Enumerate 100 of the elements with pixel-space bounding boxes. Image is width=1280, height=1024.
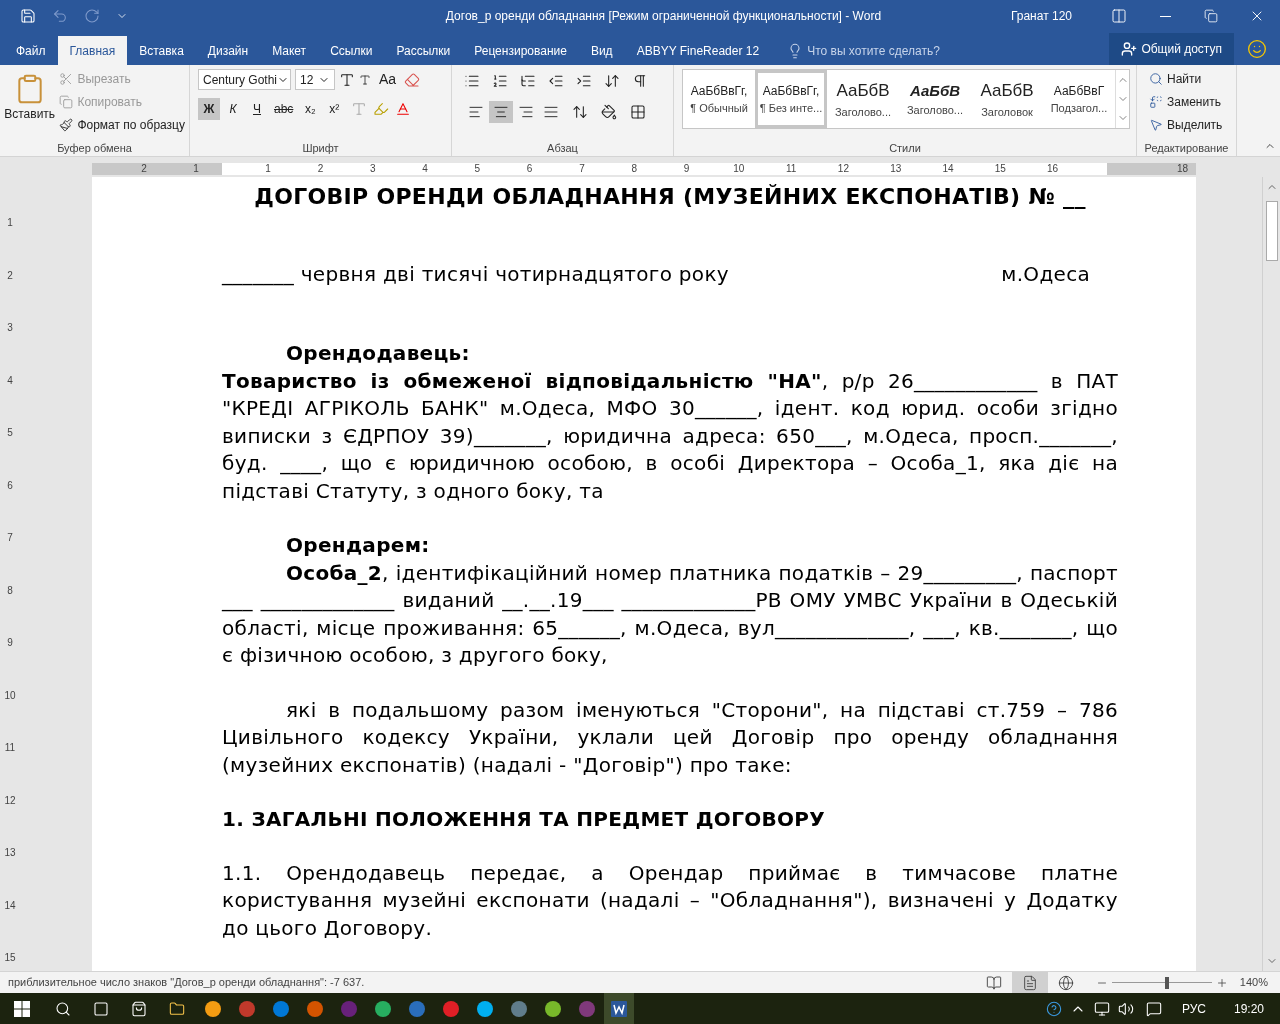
format-button[interactable]: Ж [198,98,220,120]
editing-command[interactable]: Заменить [1149,92,1223,112]
tell-me-field[interactable]: Что вы хотите сделать? [807,41,1008,60]
ruler-number: 2 [316,162,325,175]
ruler-number: 4 [421,162,429,175]
zoom-in-icon[interactable] [1215,976,1228,989]
style-option[interactable]: АаБбВ Заголово... [899,70,971,128]
vertical-scrollbar[interactable] [1262,177,1280,971]
format-button[interactable]: К [222,98,244,120]
share-button[interactable]: Общий доступ [1109,33,1234,65]
app-icon[interactable] [375,1000,391,1017]
ribbon-tab[interactable]: Макет [260,36,319,65]
ribbon-tab[interactable]: Файл [4,36,58,65]
ruler-number: 14 [941,162,955,175]
ribbon-tab[interactable]: Ссылки [318,36,385,65]
style-option[interactable]: АаБбВ Заголово... [827,70,899,128]
ribbon-tab[interactable]: Рецензирование [462,36,579,65]
ruler-number: 12 [836,162,850,175]
window-title: Догов_р оренди обладнання [Режим ограниченной функциональности] - Word [444,8,883,25]
app-icon[interactable] [545,1000,561,1017]
app-icon[interactable] [307,1000,323,1017]
multilevel-list-icon[interactable] [520,73,536,89]
group-label: Абзац [546,141,579,156]
word-count-status: приблизительное число знаков "Догов_р оренди обладнання": -7 637. [7,975,365,991]
ruler-number: 9 [7,636,13,650]
app-icon[interactable] [443,1000,459,1017]
style-option[interactable]: АаБбВвГг, ¶ Без инте... [755,70,827,128]
shading-icon[interactable] [601,104,617,120]
ribbon-tab[interactable]: Дизайн [195,36,261,65]
party-heading: Орендодавець: [285,340,471,367]
help-icon[interactable] [1045,1000,1062,1017]
scrollbar-thumb[interactable] [1265,201,1278,261]
style-option[interactable]: АаБбВвГ Подзагол... [1043,70,1115,128]
app-icon[interactable] [511,1000,527,1017]
format-button[interactable]: x² [323,98,346,120]
word-app-icon[interactable] [611,1000,627,1017]
app-icon[interactable] [477,1000,493,1017]
input-language[interactable]: РУС [1181,999,1206,1018]
network-icon[interactable] [1093,1000,1110,1017]
font-color-icon[interactable] [395,101,412,117]
ribbon-tab[interactable]: Рассылки [384,36,463,65]
align-button[interactable] [489,101,513,123]
increase-indent-icon[interactable] [576,73,592,89]
format-button[interactable]: Ч [246,98,268,120]
search-icon[interactable] [55,1000,71,1017]
smiley-icon[interactable] [1247,39,1267,59]
numbering-icon[interactable] [492,73,508,89]
scissors-icon [59,72,74,86]
format-button[interactable]: abc [270,98,298,120]
ruler-number: 13 [4,846,16,860]
ruler-number: 1 [192,162,200,175]
group-label: Стили [888,141,922,156]
clock-time[interactable]: 19:20 [1233,999,1264,1018]
grow-font-icon[interactable] [339,71,355,88]
font-name-field[interactable]: Century Gothi [198,69,291,90]
zoom-slider-thumb[interactable] [1164,976,1169,989]
body-paragraph: Особа_2, ідентифікаційний номер платника податків – 29_________, паспорт ___ _____________ виданий __.__.19___ _____________РВ ОМУ УМВС України в Одеській області, місце проживання: 65______, м.Одеса, вул_____________, ___, кв._______, що є фізичною особою, з другого боку, [222,559,1118,669]
ribbon-tab[interactable]: Вид [578,36,625,65]
ribbon-tab[interactable]: ABBYY FineReader 12 [624,36,772,65]
font-size-field[interactable]: 12 [295,69,335,90]
ruler-number: 8 [630,162,638,175]
folder-icon[interactable] [169,1000,185,1017]
app-icon[interactable] [205,1000,221,1017]
borders-icon[interactable] [630,104,646,120]
ribbon-tab[interactable]: Вставка [127,36,196,65]
paste-button[interactable]: Вставить [4,69,56,140]
decrease-indent-icon[interactable] [548,73,564,89]
ribbon-tab[interactable]: Главная [57,36,128,65]
user-name: Гранат 120 [1010,8,1072,25]
editing-command[interactable]: Найти [1149,69,1223,89]
line-spacing-icon[interactable] [572,104,588,120]
pilcrow-icon[interactable] [632,73,648,89]
change-case-button[interactable]: Aa [375,69,401,90]
zoom-percentage[interactable]: 140% [1227,974,1280,991]
sort-icon[interactable] [604,73,620,89]
app-icon[interactable] [409,1000,425,1017]
search-icon [1149,72,1163,86]
notifications-icon[interactable] [1145,1000,1162,1017]
format-button[interactable]: x₂ [299,98,322,120]
zoom-slider[interactable] [1111,976,1212,989]
shrink-font-icon[interactable] [359,73,371,86]
volume-icon[interactable] [1117,1000,1134,1017]
body-paragraph: 1.1. Орендодавець передає, а Орендар приймає в тимчасове платне користування музейні експонати (надалі – "Обладнання"), визначені у Додатку до цього Договору. [222,859,1118,942]
style-option[interactable]: АаБбВвГг, ¶ Обычный [683,70,755,128]
clear-formatting-icon[interactable] [404,71,421,88]
task-view-icon[interactable] [93,1000,109,1017]
save-icon[interactable] [20,8,36,24]
windows-logo-icon[interactable] [14,1000,30,1017]
ruler-number: 3 [7,321,13,335]
style-option[interactable]: АаБбВ Заголовок [971,70,1043,128]
editing-command[interactable]: Выделить [1149,115,1223,135]
app-icon[interactable] [273,1000,289,1017]
ruler-number: 6 [7,478,13,493]
ruler-number: 2 [140,162,148,175]
city-text: м.Одеса [1001,260,1090,288]
align-lines-icon [543,104,559,120]
bullets-icon[interactable] [464,73,480,89]
clipboard-command[interactable]: Формат по образцу [59,115,185,135]
store-icon[interactable] [131,1000,147,1017]
print-layout-button[interactable] [1011,971,1048,994]
